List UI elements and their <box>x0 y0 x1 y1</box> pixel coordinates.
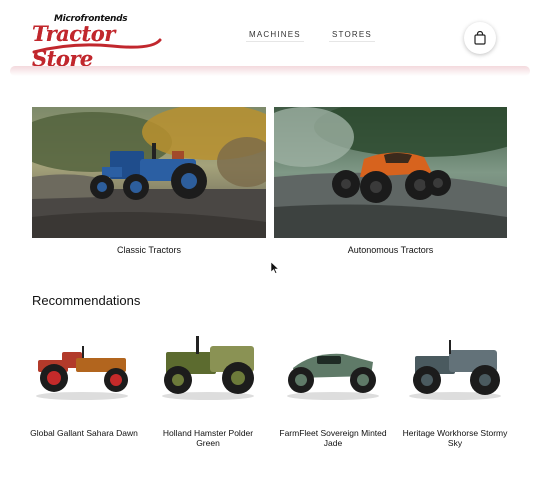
logo-swoosh-icon <box>32 38 162 54</box>
recommendations-title: Recommendations <box>32 293 141 308</box>
product-image-farmfleet-sovereign[interactable] <box>283 332 383 404</box>
product-image-heritage-workhorse[interactable] <box>405 332 505 404</box>
product-name[interactable]: Global Gallant Sahara Dawn <box>29 428 139 438</box>
product-name[interactable]: Holland Hamster Polder Green <box>153 428 263 448</box>
product-name[interactable]: FarmFleet Sovereign Minted Jade <box>278 428 388 448</box>
product-name[interactable]: Heritage Workhorse Stormy Sky <box>400 428 510 448</box>
category-classic-tractors-image[interactable] <box>32 107 266 238</box>
store-logo[interactable]: Microfrontends Tractor Store <box>32 14 162 71</box>
category-autonomous-tractors-image[interactable] <box>274 107 507 238</box>
header-shadow <box>10 66 530 76</box>
site-header: Microfrontends Tractor Store MACHINES ST… <box>0 0 552 72</box>
nav-machines[interactable]: MACHINES <box>246 28 304 42</box>
shopping-bag-icon <box>474 31 486 45</box>
category-autonomous-tractors-label[interactable]: Autonomous Tractors <box>274 245 507 255</box>
mouse-cursor-icon <box>271 262 279 274</box>
product-image-global-gallant[interactable] <box>32 332 132 404</box>
cart-button[interactable] <box>464 22 496 54</box>
nav-stores[interactable]: STORES <box>329 28 375 42</box>
category-classic-tractors-label[interactable]: Classic Tractors <box>32 245 266 255</box>
product-image-holland-hamster[interactable] <box>158 332 258 404</box>
